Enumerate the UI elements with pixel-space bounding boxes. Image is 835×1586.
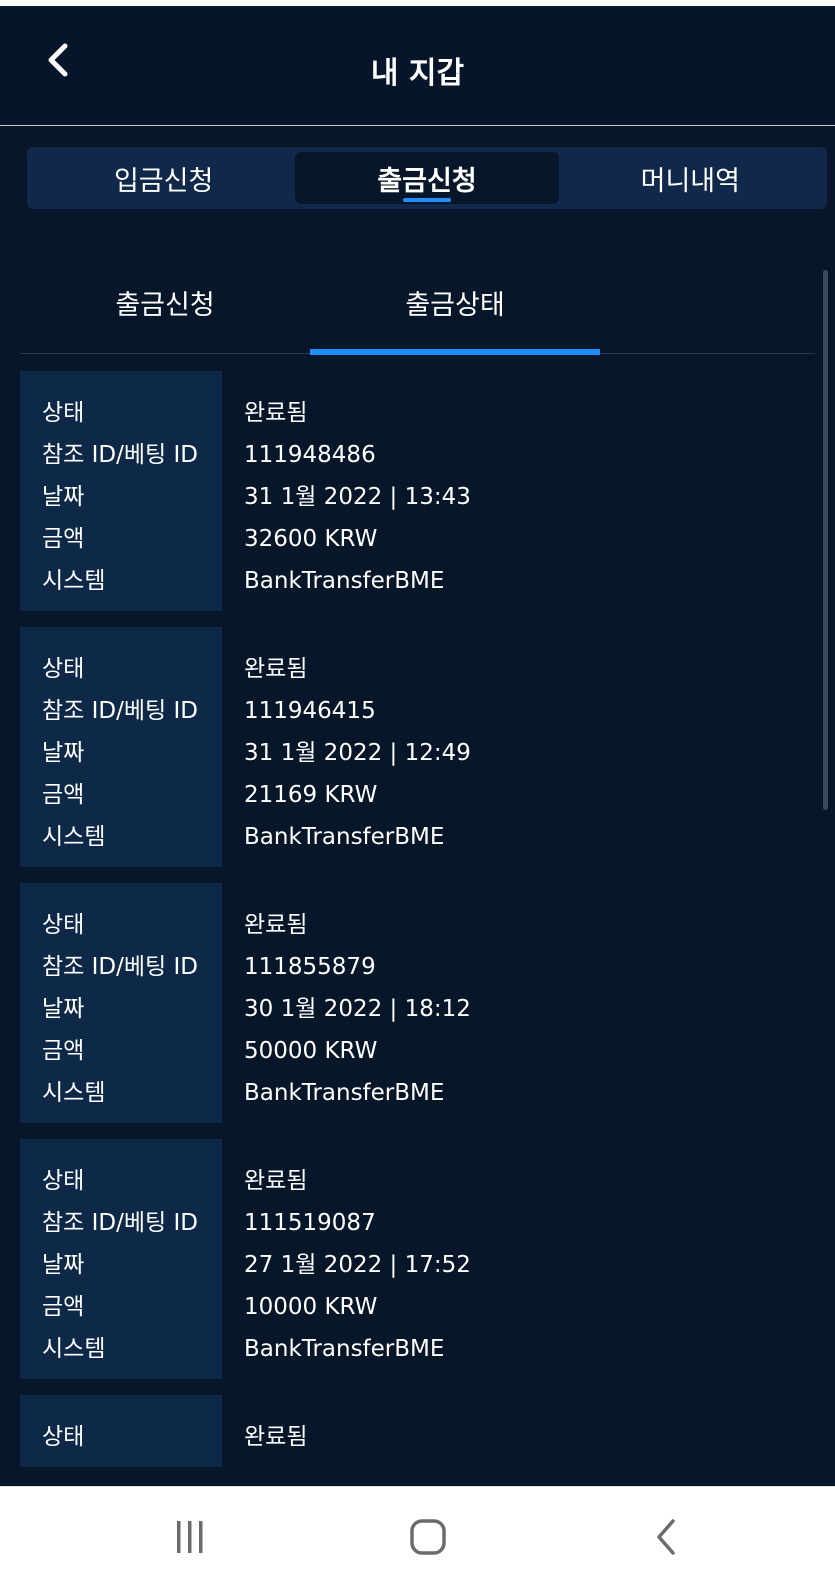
active-subtab-indicator [310,349,600,355]
date-label: 날짜 [42,740,85,766]
main-tab-bar: 입금신청 출금신청 머니내역 [27,147,827,209]
subtab-label: 출금상태 [405,289,505,321]
status-value: 완료됨 [244,1168,308,1194]
date-value: 27 1월 2022 | 17:52 [244,1252,471,1278]
reference-label: 참조 ID/베팅 ID [42,442,198,468]
status-value: 완료됨 [244,1424,308,1450]
date-value: 30 1월 2022 | 18:12 [244,996,471,1022]
amount-label: 금액 [42,1294,85,1320]
status-label: 상태 [42,1168,85,1194]
withdrawal-record: 상태 참조 ID/베팅 ID 날짜 금액 시스템 완료됨 111855879 3… [20,883,815,1123]
system-value: BankTransferBME [244,824,445,850]
tab-label: 출금신청 [377,165,477,197]
recent-apps-icon [177,1521,203,1553]
amount-value: 21169 KRW [244,782,378,808]
withdrawal-record: 상태 참조 ID/베팅 ID 날짜 금액 시스템 완료됨 111946415 3… [20,627,815,867]
reference-label: 참조 ID/베팅 ID [42,954,198,980]
tab-label: 머니내역 [640,165,740,197]
system-label: 시스템 [42,1080,106,1106]
amount-label: 금액 [42,782,85,808]
date-label: 날짜 [42,996,85,1022]
amount-label: 금액 [42,526,85,552]
withdrawal-status-list: 상태 참조 ID/베팅 ID 날짜 금액 시스템 완료됨 111948486 3… [20,371,815,1486]
withdrawal-record: 상태 완료됨 [20,1395,815,1467]
status-value: 완료됨 [244,656,308,682]
tab-deposit-request[interactable]: 입금신청 [32,152,295,204]
recent-apps-button[interactable] [150,1509,230,1565]
tab-withdraw-request[interactable]: 출금신청 [295,152,559,204]
reference-value: 111855879 [244,954,376,980]
system-navigation-bar [0,1486,835,1586]
app-header: 내 지갑 [0,6,835,126]
status-value: 완료됨 [244,400,308,426]
reference-label: 참조 ID/베팅 ID [42,1210,198,1236]
active-tab-indicator [402,198,451,202]
system-label: 시스템 [42,568,106,594]
wallet-screen: 내 지갑 입금신청 출금신청 머니내역 출금신청 출금상태 상태 참조 ID/베… [0,0,835,1586]
system-value: BankTransferBME [244,1080,445,1106]
amount-label: 금액 [42,1038,85,1064]
amount-value: 32600 KRW [244,526,378,552]
status-label: 상태 [42,400,85,426]
status-value: 완료됨 [244,912,308,938]
system-label: 시스템 [42,1336,106,1362]
subtab-withdraw-request[interactable]: 출금신청 [20,250,310,354]
subtab-label: 출금신청 [115,289,215,321]
date-label: 날짜 [42,1252,85,1278]
status-label: 상태 [42,912,85,938]
sub-tab-bar: 출금신청 출금상태 [20,250,815,355]
scrollbar[interactable] [823,270,828,810]
reference-label: 참조 ID/베팅 ID [42,698,198,724]
reference-value: 111519087 [244,1210,376,1236]
page-title: 내 지갑 [370,56,465,91]
home-button[interactable] [388,1509,468,1565]
back-arrow-icon [657,1519,675,1555]
home-icon [410,1519,446,1555]
date-value: 31 1월 2022 | 12:49 [244,740,471,766]
date-value: 31 1월 2022 | 13:43 [244,484,471,510]
withdrawal-record: 상태 참조 ID/베팅 ID 날짜 금액 시스템 완료됨 111519087 2… [20,1139,815,1379]
subtab-withdraw-status[interactable]: 출금상태 [310,250,600,355]
status-label: 상태 [42,656,85,682]
system-label: 시스템 [42,824,106,850]
reference-value: 111946415 [244,698,376,724]
amount-value: 50000 KRW [244,1038,378,1064]
date-label: 날짜 [42,484,85,510]
tab-money-history[interactable]: 머니내역 [559,152,822,204]
status-label: 상태 [42,1424,85,1450]
system-value: BankTransferBME [244,568,445,594]
amount-value: 10000 KRW [244,1294,378,1320]
system-back-button[interactable] [626,1509,706,1565]
reference-value: 111948486 [244,442,376,468]
withdrawal-record: 상태 참조 ID/베팅 ID 날짜 금액 시스템 완료됨 111948486 3… [20,371,815,611]
tab-label: 입금신청 [113,165,214,197]
system-value: BankTransferBME [244,1336,445,1362]
